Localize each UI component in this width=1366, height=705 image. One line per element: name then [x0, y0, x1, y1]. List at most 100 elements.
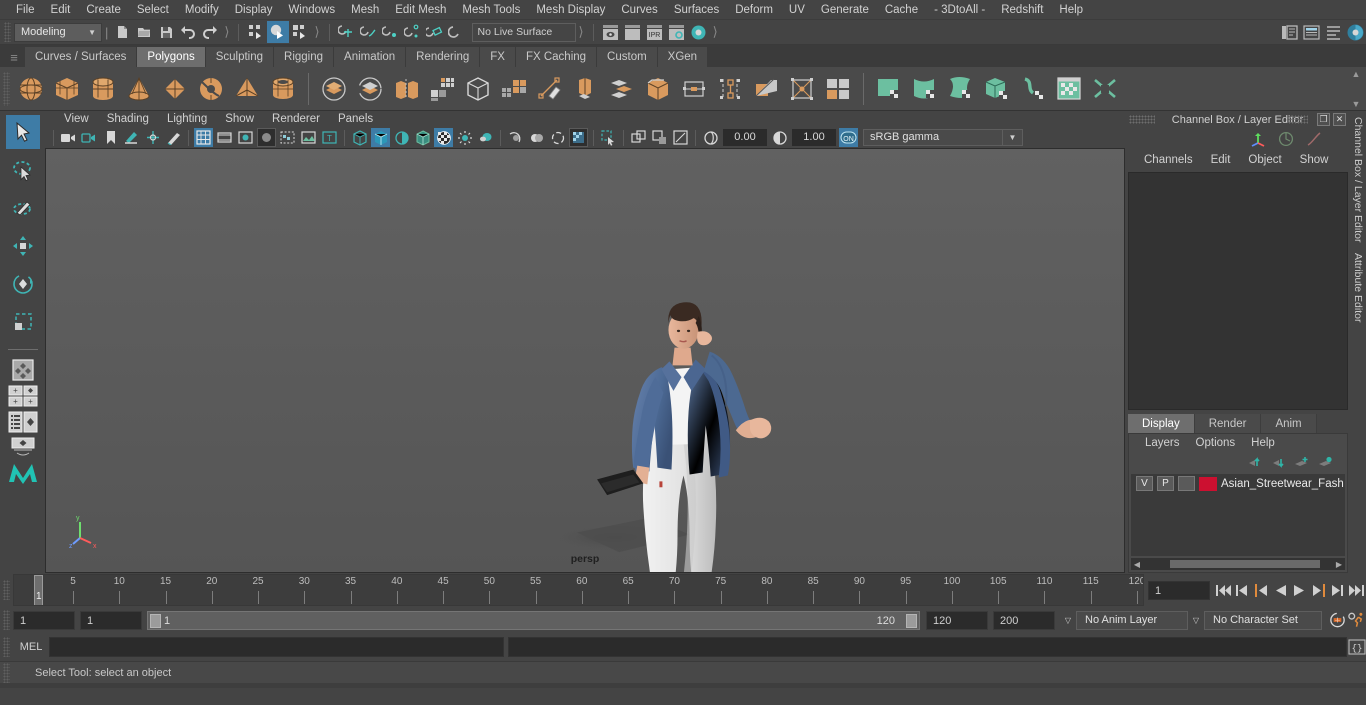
select-by-object-icon[interactable] — [267, 21, 290, 43]
shelf-tab-polygons[interactable]: Polygons — [137, 47, 206, 67]
attribute-editor-icon[interactable] — [1300, 21, 1322, 43]
undo-icon[interactable] — [177, 21, 199, 43]
character-set-dropdown-icon[interactable]: ▽ — [1188, 616, 1204, 625]
playback-start-time-field[interactable]: 1 — [80, 610, 142, 630]
bevel-icon[interactable] — [569, 72, 603, 106]
current-frame-field[interactable]: 1 — [1148, 580, 1210, 600]
display-layer-2-icon[interactable] — [650, 128, 669, 147]
tab-anim[interactable]: Anim — [1261, 414, 1317, 433]
gamma-adjust-icon[interactable] — [770, 128, 789, 147]
step-back-frame-icon[interactable] — [1252, 579, 1271, 601]
poly-pyramid-icon[interactable] — [230, 72, 264, 106]
insert-edge-loop-icon[interactable] — [713, 72, 747, 106]
range-grip[interactable] — [3, 610, 10, 630]
manipulator-axis-icon[interactable] — [1250, 131, 1266, 147]
snap-to-view-plane-icon[interactable] — [446, 21, 468, 43]
layer-name-label[interactable]: Asian_Streetwear_Fash — [1221, 478, 1344, 490]
grid-toggle-icon[interactable] — [194, 128, 213, 148]
aa-toggle-icon[interactable] — [527, 128, 546, 147]
mel-label[interactable]: MEL — [13, 641, 49, 653]
layers-menu[interactable]: Layers — [1137, 437, 1188, 449]
shelf-tab-xgen[interactable]: XGen — [657, 47, 709, 67]
curve-icon[interactable] — [1306, 131, 1322, 147]
viewport-menu-renderer[interactable]: Renderer — [263, 113, 329, 125]
menu-generate[interactable]: Generate — [813, 0, 877, 20]
range-start-handle[interactable] — [150, 613, 161, 628]
menu-file[interactable]: File — [8, 0, 43, 20]
panel-grip[interactable] — [1129, 115, 1155, 124]
menu-help[interactable]: Help — [1051, 0, 1091, 20]
film-gate-icon[interactable] — [215, 128, 234, 147]
maya-logo-icon[interactable] — [6, 460, 40, 486]
shelf-grip[interactable] — [3, 71, 10, 106]
uv-automatic-icon[interactable] — [980, 72, 1014, 106]
restore-icon[interactable]: ❐ — [1317, 113, 1330, 126]
film-origin-icon[interactable] — [278, 128, 297, 147]
menu-mesh-tools[interactable]: Mesh Tools — [454, 0, 528, 20]
extrude-icon[interactable] — [533, 72, 567, 106]
step-back-keyframe-icon[interactable] — [1233, 579, 1252, 601]
lasso-select-tool[interactable] — [6, 153, 40, 187]
layer-list-hscrollbar[interactable]: ◀ ▶ — [1131, 558, 1345, 570]
go-to-start-icon[interactable] — [1214, 579, 1233, 601]
snap-to-projected-center-icon[interactable] — [402, 21, 424, 43]
four-view-layout-icon[interactable] — [6, 358, 40, 382]
channel-edit-menu[interactable]: Edit — [1202, 154, 1240, 166]
poly-booleans-difference-icon[interactable] — [353, 72, 387, 106]
layer-playback-toggle[interactable]: P — [1157, 476, 1174, 491]
script-editor-icon[interactable]: {} — [1347, 636, 1366, 658]
channel-show-menu[interactable]: Show — [1291, 154, 1338, 166]
view-transform-toggle-icon[interactable]: ON — [839, 128, 858, 148]
shelf-options-icon[interactable]: ≡ — [3, 47, 25, 67]
ipr-render-icon[interactable]: IPR — [644, 21, 666, 43]
shelf-tab-curves-surfaces[interactable]: Curves / Surfaces — [25, 47, 138, 67]
menu-uv[interactable]: UV — [781, 0, 813, 20]
animation-start-time-field[interactable]: 1 — [13, 610, 75, 630]
combine-icon[interactable] — [389, 72, 423, 106]
exposure-icon[interactable] — [299, 128, 318, 147]
menu-mesh[interactable]: Mesh — [343, 0, 387, 20]
render-settings-icon[interactable] — [666, 21, 688, 43]
paint-select-tool[interactable] — [6, 191, 40, 225]
new-layer-icon[interactable] — [1294, 456, 1309, 469]
render-region-icon[interactable] — [622, 21, 644, 43]
snap-to-point-icon[interactable] — [380, 21, 402, 43]
redo-icon[interactable] — [199, 21, 221, 43]
shelf-tab-custom[interactable]: Custom — [597, 47, 658, 67]
help-line-grip[interactable] — [3, 662, 10, 683]
xray-active-icon[interactable] — [569, 128, 588, 148]
twoDpan-zoom-icon[interactable] — [143, 128, 162, 147]
scroll-right-icon[interactable]: ▶ — [1333, 560, 1345, 569]
new-scene-icon[interactable] — [111, 21, 133, 43]
menu-cache[interactable]: Cache — [877, 0, 926, 20]
menu-modify[interactable]: Modify — [177, 0, 227, 20]
layer-list[interactable]: V P Asian_Streetwear_Fash — [1131, 474, 1345, 556]
time-slider-grip[interactable] — [3, 580, 10, 600]
range-end-handle[interactable] — [906, 613, 917, 628]
lighting-icon[interactable] — [434, 128, 453, 148]
animation-end-time-field[interactable]: 200 — [993, 610, 1055, 630]
layer-type-toggle[interactable] — [1178, 476, 1195, 491]
exposure-adjust-icon[interactable] — [701, 128, 720, 147]
textured-icon[interactable] — [413, 128, 432, 147]
display-layer-3-icon[interactable] — [671, 128, 690, 147]
shadows-icon[interactable] — [455, 128, 474, 147]
offset-edge-loop-icon[interactable] — [749, 72, 783, 106]
mirror-icon[interactable] — [821, 72, 855, 106]
wireframe-shaded-icon[interactable] — [350, 128, 369, 147]
image-plane-icon[interactable] — [122, 128, 141, 147]
poly-sphere-icon[interactable] — [14, 72, 48, 106]
viewport-menu-view[interactable]: View — [55, 113, 98, 125]
channels-menu[interactable]: Channels — [1135, 154, 1202, 166]
move-layer-down-icon[interactable] — [1270, 456, 1285, 469]
smooth-icon[interactable] — [425, 72, 459, 106]
grease-pencil-icon[interactable] — [164, 128, 183, 147]
color-space-dropdown-icon[interactable]: ▼ — [1003, 129, 1023, 147]
range-slider[interactable]: 1 120 — [147, 610, 920, 630]
merge-icon[interactable] — [605, 72, 639, 106]
playback-end-time-field[interactable]: 120 — [926, 610, 988, 630]
menu-windows[interactable]: Windows — [280, 0, 343, 20]
shaded-wireframe-icon[interactable] — [392, 128, 411, 147]
viewport-menu-show[interactable]: Show — [216, 113, 263, 125]
shelf-scroll-up-icon[interactable]: ▲ — [1352, 69, 1361, 79]
